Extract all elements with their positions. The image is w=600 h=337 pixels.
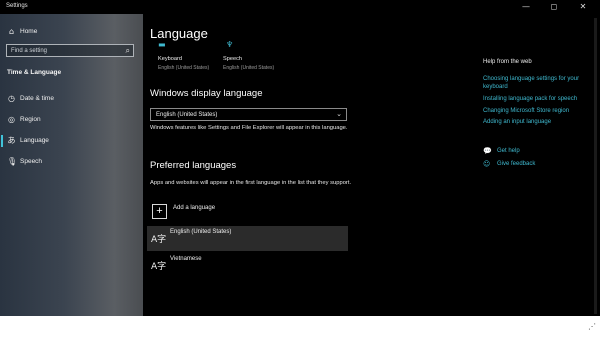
maximize-button[interactable]: ◻ (549, 1, 559, 13)
speech-sub: English (United States) (223, 65, 275, 71)
title-bar: Settings — ◻ ✕ (0, 0, 600, 14)
chat-icon: 💬 (483, 147, 492, 155)
scrollbar[interactable] (592, 14, 600, 316)
microphone-icon: 🎙 (7, 157, 18, 166)
display-language-heading: Windows display language (150, 88, 263, 99)
get-help-label: Get help (497, 148, 520, 154)
sidebar-item-label: Date & time (20, 95, 54, 102)
keyboard-label[interactable]: Keyboard (158, 56, 182, 62)
resize-grip-icon[interactable]: ⋰ (588, 322, 596, 331)
preferred-languages-heading: Preferred languages (150, 160, 237, 171)
sidebar-item-label: Region (20, 116, 41, 123)
chevron-down-icon: ⌄ (336, 110, 342, 118)
sidebar-item-region[interactable]: ◎ Region (0, 112, 143, 128)
language-name: English (United States) (170, 229, 232, 235)
bottom-strip: ⋰ (0, 316, 600, 337)
sidebar-item-label: Speech (20, 158, 43, 165)
window-title: Settings (6, 3, 28, 9)
keyboard-icon: ▬ (158, 40, 166, 49)
main-content: Language ▬ Keyboard English (United Stat… (147, 14, 480, 316)
help-link[interactable]: Adding an input language (483, 118, 593, 126)
list-item[interactable]: A字 English (United States) (147, 226, 348, 251)
display-language-description: Windows features like Settings and File … (150, 125, 348, 131)
help-link[interactable]: Changing Microsoft Store region (483, 107, 593, 115)
language-name: Vietnamese (170, 256, 202, 262)
language-icon: あ (7, 136, 16, 145)
sidebar-item-label: Language (20, 137, 49, 144)
keyboard-sub: English (United States) (158, 65, 210, 71)
help-heading: Help from the web (483, 59, 532, 65)
minimize-button[interactable]: — (521, 1, 531, 13)
feedback-icon: ☺ (483, 160, 491, 168)
sidebar-item-speech[interactable]: 🎙 Speech (0, 154, 143, 170)
sidebar: ⌂ Home Find a setting ⌕ Time & Language … (0, 14, 143, 316)
microphone-icon: ♆ (226, 40, 234, 49)
preferred-languages-description: Apps and websites will appear in the fir… (150, 180, 352, 186)
globe-icon: ◎ (8, 115, 15, 124)
search-icon: ⌕ (125, 46, 130, 55)
search-input[interactable]: Find a setting ⌕ (6, 44, 134, 57)
help-link[interactable]: Choosing language settings for your keyb… (483, 75, 593, 91)
give-feedback-label: Give feedback (497, 161, 536, 167)
language-icon: A字 (151, 235, 167, 245)
language-icon: A字 (151, 262, 167, 272)
scrollbar-track (594, 18, 597, 314)
speech-label[interactable]: Speech (223, 56, 242, 62)
sidebar-item-language[interactable]: あ Language (0, 133, 143, 149)
close-button[interactable]: ✕ (578, 1, 588, 13)
sidebar-item-date-time[interactable]: ◷ Date & time (0, 91, 143, 107)
selected-language: English (United States) (156, 112, 218, 118)
home-icon: ⌂ (8, 27, 15, 36)
section-title: Time & Language (7, 69, 62, 76)
page-title: Language (150, 26, 208, 41)
clock-icon: ◷ (8, 94, 15, 103)
search-placeholder: Find a setting (11, 48, 48, 54)
sidebar-item-home[interactable]: ⌂ Home (0, 24, 143, 40)
add-language-button[interactable]: + (152, 204, 167, 219)
display-language-select[interactable]: English (United States) ⌄ (150, 108, 347, 121)
help-panel: Help from the web Choosing language sett… (483, 14, 598, 314)
sidebar-item-label: Home (20, 28, 38, 35)
settings-window: Settings — ◻ ✕ ⌂ Home Find a setting ⌕ T… (0, 0, 600, 316)
list-item[interactable]: A字 Vietnamese (147, 253, 348, 278)
help-link[interactable]: Installing language pack for speech (483, 95, 593, 103)
add-language-label[interactable]: Add a language (173, 205, 215, 211)
